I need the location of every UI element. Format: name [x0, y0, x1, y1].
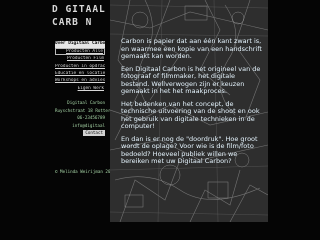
contact-button[interactable]: Contact — [83, 129, 105, 136]
menu-item-eigen-werk[interactable]: Eigen Werk — [55, 86, 105, 93]
menu-item-educatie[interactable]: Educatie en locatie — [55, 71, 105, 78]
menu-item-producten-film[interactable]: Producten Film — [55, 56, 105, 63]
main-menu: Over Digitaal Carbon Producten Alle Prod… — [55, 41, 105, 92]
contact-name: Digitaal Carbon — [67, 100, 105, 106]
logo-line-2: CARB N — [52, 17, 93, 28]
contact-email[interactable]: info@digitaal — [55, 122, 105, 129]
content-panel: Carbon is papier dat aan één kant zwart … — [110, 0, 268, 222]
site-logo[interactable]: D GITAAL CARB N — [52, 3, 108, 37]
sidebar: Over Digitaal Carbon Producten Alle Prod… — [55, 41, 111, 136]
contact-block: Digitaal Carbon Ruyschstraat 18 Rotter 0… — [55, 99, 111, 136]
paragraph-3: Het bedenken van het concept, de technis… — [121, 99, 260, 130]
menu-item-producten-opdracht[interactable]: Producten in opdracht — [55, 64, 105, 71]
paragraph-4: En dan is er nog de "doordruk". Hoe groo… — [121, 134, 258, 165]
intro-text: Carbon is papier dat aan één kant zwart … — [121, 37, 263, 171]
menu-item-over[interactable]: Over Digitaal Carbon — [55, 41, 105, 48]
contact-phone: 06-23456789 — [77, 115, 105, 121]
logo-line-1: D GITAAL — [52, 4, 106, 15]
paragraph-1: Carbon is papier dat aan één kant zwart … — [121, 37, 262, 60]
contact-address: Ruyschstraat 18 Rotter — [55, 107, 111, 113]
menu-item-producten-alle[interactable]: Producten Alle — [55, 48, 105, 56]
paragraph-2: Een Digitaal Carbon is het origineel van… — [121, 64, 261, 95]
menu-item-workshops[interactable]: Workshops en advies — [55, 78, 105, 85]
copyright-text: © Melinda Weirijman 2014 — [55, 169, 116, 174]
